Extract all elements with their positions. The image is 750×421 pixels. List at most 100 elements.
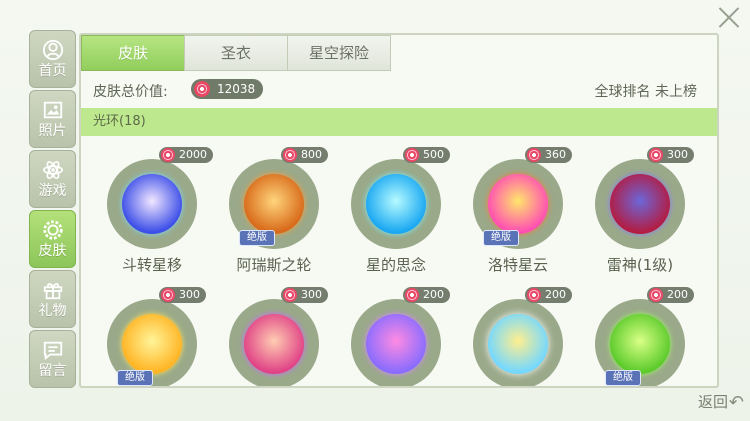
price-value: 200 — [667, 288, 688, 301]
out-of-print-badge: 绝版 — [483, 230, 519, 246]
price-value: 800 — [301, 148, 322, 161]
sidebar-item-skins[interactable]: 皮肤 — [29, 210, 76, 268]
halo-orb — [488, 314, 548, 374]
item-card[interactable]: 360 绝版 洛特星云 — [453, 147, 575, 297]
price-tag: 800 — [281, 147, 328, 163]
item-card[interactable]: 500 星的思念 — [331, 147, 453, 297]
item-name: 阿瑞斯之轮 — [236, 256, 312, 274]
price-tag: 200 — [403, 287, 450, 303]
item-name: 斗转星移 — [121, 256, 182, 274]
item-name: 洛特星云 — [487, 256, 548, 274]
halo-orb — [122, 314, 182, 374]
halo-orb — [488, 174, 548, 234]
candy-coin-icon — [194, 81, 210, 97]
candy-coin-icon — [161, 148, 175, 162]
back-arrow-icon[interactable]: ↶ — [729, 392, 744, 413]
tab-holy-cloth[interactable]: 圣衣 — [184, 35, 288, 71]
sidebar-item-messages[interactable]: 留言 — [29, 330, 76, 388]
item-card[interactable]: 300 雷神(1级) — [575, 147, 697, 297]
halo-orb — [610, 174, 670, 234]
candy-coin-icon — [405, 148, 419, 162]
price-value: 300 — [301, 288, 322, 301]
price-value: 360 — [545, 148, 566, 161]
candy-coin-icon — [527, 288, 541, 302]
price-tag: 2000 — [159, 147, 213, 163]
halo-orb — [610, 314, 670, 374]
price-tag: 500 — [403, 147, 450, 163]
user-icon — [42, 39, 63, 61]
candy-coin-icon — [283, 288, 297, 302]
item-circle — [351, 159, 441, 249]
candy-coin-icon — [649, 288, 663, 302]
out-of-print-badge: 绝版 — [605, 370, 641, 386]
price-tag: 200 — [525, 287, 572, 303]
item-name: 雷神(1级) — [606, 256, 674, 274]
gear-icon — [42, 220, 63, 240]
gift-icon — [43, 283, 62, 300]
sidebar-item-label: 照片 — [38, 123, 67, 139]
item-circle — [229, 299, 319, 386]
price-value: 300 — [179, 288, 200, 301]
back-button[interactable]: 返回 — [698, 391, 728, 412]
item-card[interactable]: 2000 斗转星移 — [87, 147, 213, 297]
candy-coin-icon — [527, 148, 541, 162]
sidebar: 首页 照片 游戏 皮肤 礼物 留言 — [29, 30, 76, 390]
global-rank: 全球排名 未上榜 — [594, 84, 697, 100]
message-icon — [43, 341, 62, 361]
atom-icon — [42, 161, 63, 179]
total-value-pill: 12038 — [191, 79, 264, 99]
price-value: 2000 — [179, 148, 207, 161]
price-value: 200 — [423, 288, 444, 301]
price-tag: 300 — [159, 287, 206, 303]
price-tag: 200 — [647, 287, 694, 303]
item-grid: 2000 斗转星移 800 绝版 阿瑞斯之轮 500 星的思念 360 绝版 洛… — [81, 143, 717, 386]
item-circle — [107, 159, 197, 249]
candy-coin-icon — [649, 148, 663, 162]
candy-coin-icon — [283, 148, 297, 162]
item-name: 星的思念 — [365, 256, 426, 274]
sidebar-item-label: 游戏 — [38, 183, 67, 199]
price-value: 300 — [667, 148, 688, 161]
item-circle — [595, 159, 685, 249]
item-card[interactable]: 300 绝版 — [87, 287, 209, 386]
out-of-print-badge: 绝版 — [239, 230, 275, 246]
sidebar-item-label: 皮肤 — [38, 243, 67, 259]
close-icon[interactable] — [718, 6, 740, 28]
sidebar-item-label: 留言 — [38, 363, 67, 379]
item-card[interactable]: 300 — [209, 287, 331, 386]
item-card[interactable]: 200 — [453, 287, 575, 386]
sidebar-item-home[interactable]: 首页 — [29, 30, 76, 88]
photo-icon — [43, 101, 62, 119]
sidebar-item-gifts[interactable]: 礼物 — [29, 270, 76, 328]
item-card[interactable]: 800 绝版 阿瑞斯之轮 — [209, 147, 331, 297]
total-value: 12038 — [217, 82, 256, 96]
tab-skins[interactable]: 皮肤 — [81, 35, 185, 71]
tab-bar: 皮肤 圣衣 星空探险 — [81, 35, 391, 71]
item-card[interactable]: 200 绝版 — [575, 287, 697, 386]
sidebar-item-label: 礼物 — [38, 303, 67, 319]
item-card[interactable]: 200 — [331, 287, 453, 386]
halo-orb — [244, 314, 304, 374]
price-tag: 300 — [647, 147, 694, 163]
item-circle — [351, 299, 441, 386]
price-value: 200 — [545, 288, 566, 301]
category-bar[interactable]: 光环(18) — [81, 108, 717, 136]
total-value-label: 皮肤总价值: — [93, 84, 168, 100]
halo-orb — [122, 174, 182, 234]
info-row: 皮肤总价值: 12038 全球排名 未上榜 — [93, 79, 703, 101]
sidebar-item-photos[interactable]: 照片 — [29, 90, 76, 148]
candy-coin-icon — [161, 288, 175, 302]
halo-orb — [366, 314, 426, 374]
halo-orb — [366, 174, 426, 234]
halo-orb — [244, 174, 304, 234]
item-circle — [473, 299, 563, 386]
out-of-print-badge: 绝版 — [117, 370, 153, 386]
sidebar-item-label: 首页 — [38, 63, 67, 79]
tab-star-adventure[interactable]: 星空探险 — [287, 35, 391, 71]
skins-panel: 皮肤 圣衣 星空探险 皮肤总价值: 12038 全球排名 未上榜 光环(18) … — [79, 33, 719, 388]
price-tag: 300 — [281, 287, 328, 303]
sidebar-item-games[interactable]: 游戏 — [29, 150, 76, 208]
price-value: 500 — [423, 148, 444, 161]
candy-coin-icon — [405, 288, 419, 302]
price-tag: 360 — [525, 147, 572, 163]
